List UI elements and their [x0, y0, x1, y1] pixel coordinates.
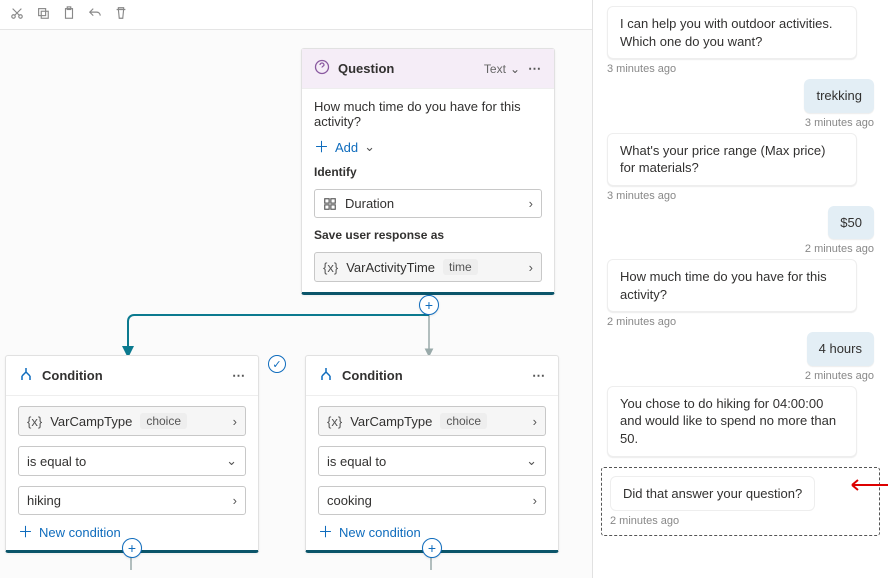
timestamp: 2 minutes ago [607, 316, 676, 328]
variable-icon: {x} [327, 414, 342, 429]
plus-icon: ＋ [314, 140, 329, 155]
chat-panel: I can help you with outdoor activities. … [593, 0, 888, 578]
chevron-right-icon: › [529, 260, 533, 275]
more-icon[interactable]: ⋯ [528, 61, 542, 77]
add-node-button[interactable]: + [419, 295, 439, 315]
variable-icon: {x} [323, 260, 338, 275]
canvas-toolbar [0, 0, 592, 30]
value-field[interactable]: cooking› [318, 486, 546, 515]
callout-arrow-icon [846, 477, 888, 493]
question-title: Question [338, 61, 476, 76]
variable-field[interactable]: {x}VarCampTypechoice › [318, 406, 546, 436]
more-icon[interactable]: ⋯ [532, 368, 546, 384]
authoring-canvas[interactable]: Question Text⌄ ⋯ How much time do you ha… [0, 0, 593, 578]
delete-icon[interactable] [114, 6, 128, 23]
add-node-button[interactable]: + [122, 538, 142, 558]
timestamp: 3 minutes ago [805, 117, 874, 129]
identify-field[interactable]: Duration › [314, 189, 542, 218]
plus-icon: ＋ [18, 525, 33, 540]
question-icon [314, 59, 330, 78]
branch-icon [318, 366, 334, 385]
user-message: trekking [804, 79, 874, 113]
timestamp: 2 minutes ago [805, 243, 874, 255]
condition-header: Condition ⋯ [306, 356, 558, 396]
save-label: Save user response as [314, 228, 542, 242]
condition-node-right[interactable]: Condition ⋯ {x}VarCampTypechoice › is eq… [305, 355, 559, 553]
paste-icon[interactable] [62, 6, 76, 23]
bot-message: You chose to do hiking for 04:00:00 and … [607, 386, 857, 457]
user-message: 4 hours [807, 332, 874, 366]
chevron-down-icon: ⌄ [364, 139, 375, 155]
bot-message: I can help you with outdoor activities. … [607, 6, 857, 59]
operator-field[interactable]: is equal to⌄ [18, 446, 246, 476]
bot-message: Did that answer your question? [610, 476, 815, 512]
chevron-right-icon: › [529, 196, 533, 211]
chevron-right-icon: › [233, 414, 237, 429]
question-header: Question Text⌄ ⋯ [302, 49, 554, 89]
more-icon[interactable]: ⋯ [232, 368, 246, 384]
timestamp: 3 minutes ago [607, 190, 676, 202]
operator-field[interactable]: is equal to⌄ [318, 446, 546, 476]
variable-icon: {x} [27, 414, 42, 429]
type-chip: choice [140, 413, 187, 429]
chevron-down-icon: ⌄ [526, 453, 537, 469]
question-node[interactable]: Question Text⌄ ⋯ How much time do you ha… [301, 48, 555, 295]
cut-icon[interactable] [10, 6, 24, 23]
undo-icon[interactable] [88, 6, 102, 23]
timestamp: 2 minutes ago [610, 515, 871, 527]
plus-icon: ＋ [318, 525, 333, 540]
condition-title: Condition [42, 368, 224, 383]
question-prompt: How much time do you have for this activ… [314, 99, 542, 129]
condition-node-left[interactable]: Condition ⋯ {x}VarCampTypechoice › is eq… [5, 355, 259, 553]
chevron-down-icon: ⌄ [226, 453, 237, 469]
chevron-down-icon: ⌄ [510, 62, 520, 76]
valid-badge: ✓ [268, 355, 286, 373]
add-node-button[interactable]: + [422, 538, 442, 558]
bot-message: How much time do you have for this activ… [607, 259, 857, 312]
add-button[interactable]: ＋Add⌄ [314, 139, 542, 155]
variable-field[interactable]: {x}VarCampTypechoice › [18, 406, 246, 436]
value-field[interactable]: hiking› [18, 486, 246, 515]
chevron-right-icon: › [533, 493, 537, 508]
user-message: $50 [828, 206, 874, 240]
entity-icon [323, 197, 337, 211]
identify-label: Identify [314, 165, 542, 179]
question-type[interactable]: Text⌄ [484, 62, 520, 76]
variable-field[interactable]: {x}VarActivityTimetime › [314, 252, 542, 282]
chevron-right-icon: › [533, 414, 537, 429]
condition-title: Condition [342, 368, 524, 383]
timestamp: 2 minutes ago [805, 370, 874, 382]
followup-box: Did that answer your question? 2 minutes… [601, 467, 880, 537]
type-chip: time [443, 259, 478, 275]
type-chip: choice [440, 413, 487, 429]
condition-header: Condition ⋯ [6, 356, 258, 396]
timestamp: 3 minutes ago [607, 63, 676, 75]
copy-icon[interactable] [36, 6, 50, 23]
branch-icon [18, 366, 34, 385]
bot-message: What's your price range (Max price) for … [607, 133, 857, 186]
chevron-right-icon: › [233, 493, 237, 508]
